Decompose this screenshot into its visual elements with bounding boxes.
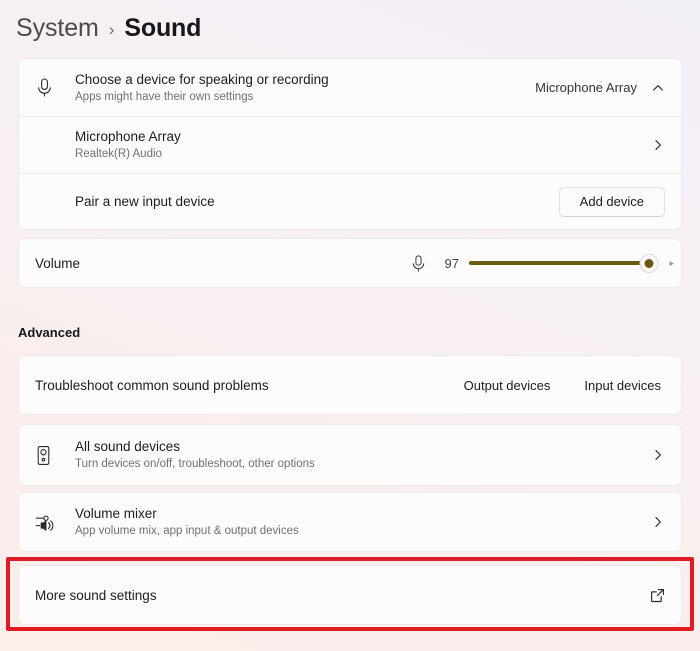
page-title: Sound: [124, 14, 202, 42]
pair-new-input-device-row: Pair a new input device Add device: [19, 173, 681, 229]
volume-mixer-subtitle: App volume mix, app input & output devic…: [75, 525, 299, 537]
chevron-up-icon[interactable]: [651, 81, 665, 95]
volume-row: Volume 97 ▸: [19, 239, 681, 287]
all-sound-devices-card[interactable]: All sound devices Turn devices on/off, t…: [18, 424, 682, 486]
advanced-section-heading: Advanced: [18, 325, 81, 340]
external-link-icon[interactable]: [650, 588, 665, 603]
choose-input-device-text: Choose a device for speaking or recordin…: [75, 71, 535, 105]
input-devices-link[interactable]: Input devices: [584, 378, 661, 393]
all-sound-devices-row[interactable]: All sound devices Turn devices on/off, t…: [19, 425, 681, 485]
speaker-device-icon: [35, 445, 75, 466]
all-sound-devices-text: All sound devices Turn devices on/off, t…: [75, 438, 651, 472]
microphone-icon: [410, 254, 427, 273]
breadcrumb-separator-icon: ›: [108, 20, 115, 39]
troubleshoot-links: Output devices Input devices: [464, 378, 665, 393]
microphone-array-text: Microphone Array Realtek(R) Audio: [75, 128, 651, 162]
volume-control-group: 97 ▸: [410, 253, 674, 273]
choose-input-device-subtitle: Apps might have their own settings: [75, 90, 254, 103]
selected-device-value: Microphone Array: [535, 80, 637, 95]
breadcrumb: System › Sound: [16, 14, 201, 43]
all-sound-devices-right: [651, 448, 665, 462]
volume-mixer-row[interactable]: Volume mixer App volume mix, app input &…: [19, 493, 681, 551]
microphone-array-title: Microphone Array: [75, 129, 181, 144]
breadcrumb-system-link[interactable]: System: [16, 14, 99, 43]
more-sound-settings-row[interactable]: More sound settings: [19, 566, 681, 624]
microphone-array-subtitle: Realtek(R) Audio: [75, 148, 162, 160]
add-device-button[interactable]: Add device: [558, 186, 665, 217]
more-sound-settings-card[interactable]: More sound settings: [18, 565, 682, 625]
choose-input-device-right: Microphone Array: [535, 80, 665, 95]
volume-card: Volume 97 ▸: [18, 238, 682, 288]
volume-mixer-text: Volume mixer App volume mix, app input &…: [75, 505, 651, 539]
volume-mixer-icon: [35, 512, 75, 533]
chevron-right-icon[interactable]: [651, 138, 665, 152]
volume-slider-fill: [469, 261, 650, 265]
slider-end-caret-icon: ▸: [669, 257, 674, 268]
sound-settings-page: System › Sound Choose a device for speak…: [0, 0, 700, 651]
volume-mixer-title: Volume mixer: [75, 506, 157, 521]
input-device-card: Choose a device for speaking or recordin…: [18, 58, 682, 230]
more-sound-settings-right: [650, 588, 665, 603]
choose-input-device-title: Choose a device for speaking or recordin…: [75, 71, 329, 87]
all-sound-devices-subtitle: Turn devices on/off, troubleshoot, other…: [75, 458, 315, 470]
volume-mixer-card[interactable]: Volume mixer App volume mix, app input &…: [18, 492, 682, 552]
microphone-array-row[interactable]: Microphone Array Realtek(R) Audio: [19, 116, 681, 173]
microphone-icon: [35, 77, 75, 98]
volume-value: 97: [444, 255, 459, 271]
volume-slider-thumb[interactable]: [639, 253, 659, 273]
microphone-array-right: [651, 138, 665, 152]
choose-input-device-row[interactable]: Choose a device for speaking or recordin…: [19, 59, 681, 116]
troubleshoot-text: Troubleshoot common sound problems: [35, 377, 464, 394]
volume-mixer-right: [651, 515, 665, 529]
all-sound-devices-title: All sound devices: [75, 439, 181, 454]
chevron-right-icon[interactable]: [651, 448, 665, 462]
output-devices-link[interactable]: Output devices: [464, 378, 551, 393]
volume-slider[interactable]: ▸: [469, 253, 674, 273]
troubleshoot-row: Troubleshoot common sound problems Outpu…: [19, 356, 681, 414]
more-sound-settings-text: More sound settings: [35, 587, 650, 604]
pair-device-title: Pair a new input device: [75, 194, 215, 209]
chevron-right-icon[interactable]: [651, 515, 665, 529]
volume-label-wrap: Volume: [35, 255, 410, 272]
pair-device-right: Add device: [558, 186, 665, 217]
troubleshoot-card: Troubleshoot common sound problems Outpu…: [18, 355, 682, 415]
troubleshoot-title: Troubleshoot common sound problems: [35, 377, 269, 393]
pair-device-text: Pair a new input device: [75, 193, 559, 210]
volume-label: Volume: [35, 255, 81, 271]
more-sound-settings-title: More sound settings: [35, 587, 157, 603]
